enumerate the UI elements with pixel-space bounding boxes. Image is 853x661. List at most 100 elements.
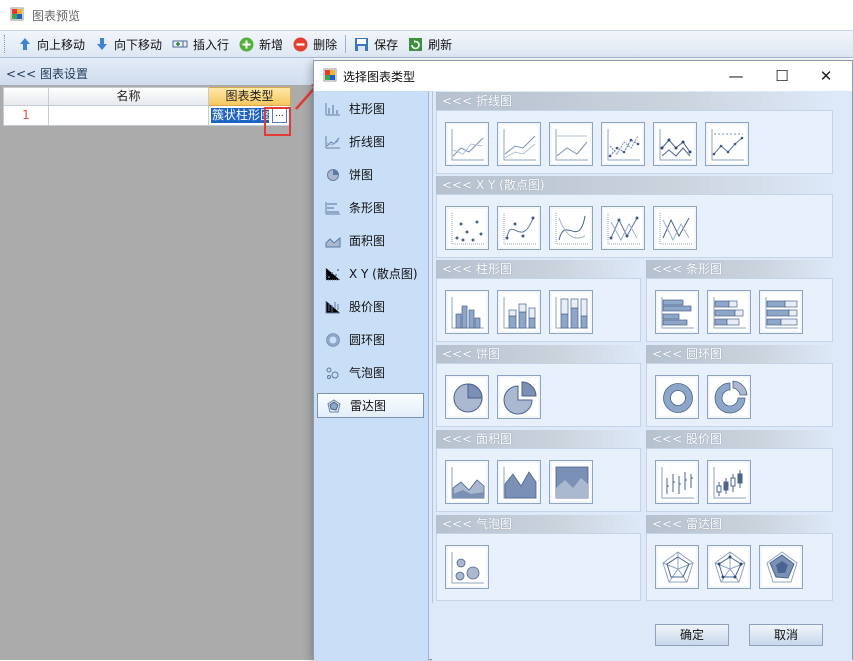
name-cell[interactable] xyxy=(49,106,209,126)
group-line xyxy=(436,110,833,174)
type-item-scatter[interactable]: X Y (散点图) xyxy=(317,261,424,286)
radar-chart-icon xyxy=(327,398,341,412)
maximize-button[interactable]: ☐ xyxy=(772,67,792,85)
thumb-bar-clustered[interactable] xyxy=(655,290,699,334)
type-item-line[interactable]: 折线图 xyxy=(317,129,424,154)
type-item-label: 柱形图 xyxy=(349,102,386,116)
delete-button[interactable]: 删除 xyxy=(288,33,342,55)
main-title-bar: 图表预览 xyxy=(0,0,853,30)
column-chart-icon xyxy=(325,102,340,115)
bubble-chart-icon xyxy=(326,367,339,379)
thumb-line-markers-2[interactable] xyxy=(653,122,697,166)
add-button[interactable]: 新增 xyxy=(234,33,288,55)
add-icon xyxy=(239,37,254,51)
thumb-column-stacked[interactable] xyxy=(497,290,541,334)
thumb-scatter-1[interactable] xyxy=(445,206,489,250)
line-chart-icon xyxy=(325,135,340,148)
ok-button[interactable]: 确定 xyxy=(655,624,729,646)
save-button[interactable]: 保存 xyxy=(349,33,403,55)
type-item-bubble[interactable]: 气泡图 xyxy=(317,360,424,385)
move-up-button[interactable]: 向上移动 xyxy=(13,33,90,55)
group-header-column: <<< 柱形图 xyxy=(436,260,641,278)
move-down-label: 向下移动 xyxy=(114,37,163,52)
type-item-column[interactable]: 柱形图 xyxy=(317,96,424,121)
group-bubble xyxy=(436,533,641,601)
type-item-label: 条形图 xyxy=(349,201,386,215)
thumb-area[interactable] xyxy=(445,460,489,504)
thumb-bar-stacked[interactable] xyxy=(707,290,751,334)
type-item-bar[interactable]: 条形图 xyxy=(317,195,424,220)
thumb-radar[interactable] xyxy=(655,545,699,589)
move-down-button[interactable]: 向下移动 xyxy=(90,33,167,55)
row-number: 1 xyxy=(3,106,49,126)
thumb-bar-percent[interactable] xyxy=(759,290,803,334)
thumb-doughnut[interactable] xyxy=(655,375,699,419)
bar-chart-icon xyxy=(325,201,340,214)
type-item-label: 圆环图 xyxy=(349,333,386,347)
cancel-button[interactable]: 取消 xyxy=(749,624,823,646)
save-label: 保存 xyxy=(374,37,399,52)
dialog-title-bar[interactable]: 选择图表类型 — ☐ ✕ xyxy=(314,61,852,91)
group-stock xyxy=(646,448,833,512)
pie-chart-icon xyxy=(327,168,339,181)
chart-settings-grid: 名称 图表类型 1 簇状柱形图 ... xyxy=(3,87,295,126)
thumb-line-markers-3[interactable] xyxy=(705,122,749,166)
thumb-radar-markers[interactable] xyxy=(707,545,751,589)
type-item-stock[interactable]: 股价图 xyxy=(317,294,424,319)
thumb-scatter-4[interactable] xyxy=(601,206,645,250)
minimize-button[interactable]: — xyxy=(726,67,746,85)
type-item-label: 股价图 xyxy=(349,300,386,314)
column-header-chart-type[interactable]: 图表类型 xyxy=(209,87,291,106)
thumb-area-percent[interactable] xyxy=(549,460,593,504)
thumb-stock-hlc[interactable] xyxy=(655,460,699,504)
move-up-label: 向上移动 xyxy=(37,37,86,52)
group-header-line: <<< 折线图 xyxy=(436,92,833,110)
insert-row-button[interactable]: 插入行 xyxy=(167,33,234,55)
chart-type-list: 柱形图 折线图 饼图 条形图 面积图 X Y (散点图) 股价图 圆环图 气泡图… xyxy=(314,91,429,661)
group-column xyxy=(436,278,641,342)
thumb-scatter-2[interactable] xyxy=(497,206,541,250)
thumb-scatter-5[interactable] xyxy=(653,206,697,250)
toolbar-grip[interactable] xyxy=(4,35,7,53)
thumb-area-stacked[interactable] xyxy=(497,460,541,504)
thumb-line-markers-1[interactable] xyxy=(601,122,645,166)
thumb-column-percent[interactable] xyxy=(549,290,593,334)
refresh-button[interactable]: 刷新 xyxy=(403,33,457,55)
group-header-bar: <<< 条形图 xyxy=(646,260,833,278)
type-item-pie[interactable]: 饼图 xyxy=(317,162,424,187)
chart-gallery: <<< 折线图 <<< X Y (散点图) <<< 柱形图 <<< 条形图 <<… xyxy=(432,91,852,603)
thumb-doughnut-exploded[interactable] xyxy=(707,375,751,419)
table-row[interactable]: 1 簇状柱形图 ... xyxy=(3,106,295,126)
type-item-radar[interactable]: 雷达图 xyxy=(317,393,424,418)
scatter-chart-icon xyxy=(325,267,340,280)
group-header-pie: <<< 饼图 xyxy=(436,345,641,363)
group-header-stock: <<< 股价图 xyxy=(646,430,833,448)
insert-row-label: 插入行 xyxy=(193,37,230,52)
type-item-label: 雷达图 xyxy=(350,399,387,413)
grid-corner-cell[interactable] xyxy=(3,87,49,106)
type-item-doughnut[interactable]: 圆环图 xyxy=(317,327,424,352)
column-header-name[interactable]: 名称 xyxy=(49,87,209,106)
type-item-label: 气泡图 xyxy=(349,366,386,380)
refresh-label: 刷新 xyxy=(428,37,453,52)
thumb-radar-filled[interactable] xyxy=(759,545,803,589)
thumb-bubble[interactable] xyxy=(445,545,489,589)
close-button[interactable]: ✕ xyxy=(816,67,836,85)
thumb-line-1[interactable] xyxy=(445,122,489,166)
type-item-area[interactable]: 面积图 xyxy=(317,228,424,253)
thumb-pie-exploded[interactable] xyxy=(497,375,541,419)
thumb-column-clustered[interactable] xyxy=(445,290,489,334)
annotation-highlight-box xyxy=(264,107,291,136)
thumb-pie[interactable] xyxy=(445,375,489,419)
chart-type-value[interactable]: 簇状柱形图 xyxy=(211,108,269,123)
thumb-stock-ohlc[interactable] xyxy=(707,460,751,504)
group-bar xyxy=(646,278,833,342)
thumb-line-2[interactable] xyxy=(497,122,541,166)
app-icon xyxy=(10,7,24,24)
doughnut-chart-icon xyxy=(326,332,340,347)
thumb-line-3[interactable] xyxy=(549,122,593,166)
arrow-down-icon xyxy=(97,38,108,50)
thumb-scatter-3[interactable] xyxy=(549,206,593,250)
toolbar: 向上移动 向下移动 插入行 新增 删除 保存 刷新 xyxy=(0,30,853,58)
grid-header-row: 名称 图表类型 xyxy=(3,87,295,106)
